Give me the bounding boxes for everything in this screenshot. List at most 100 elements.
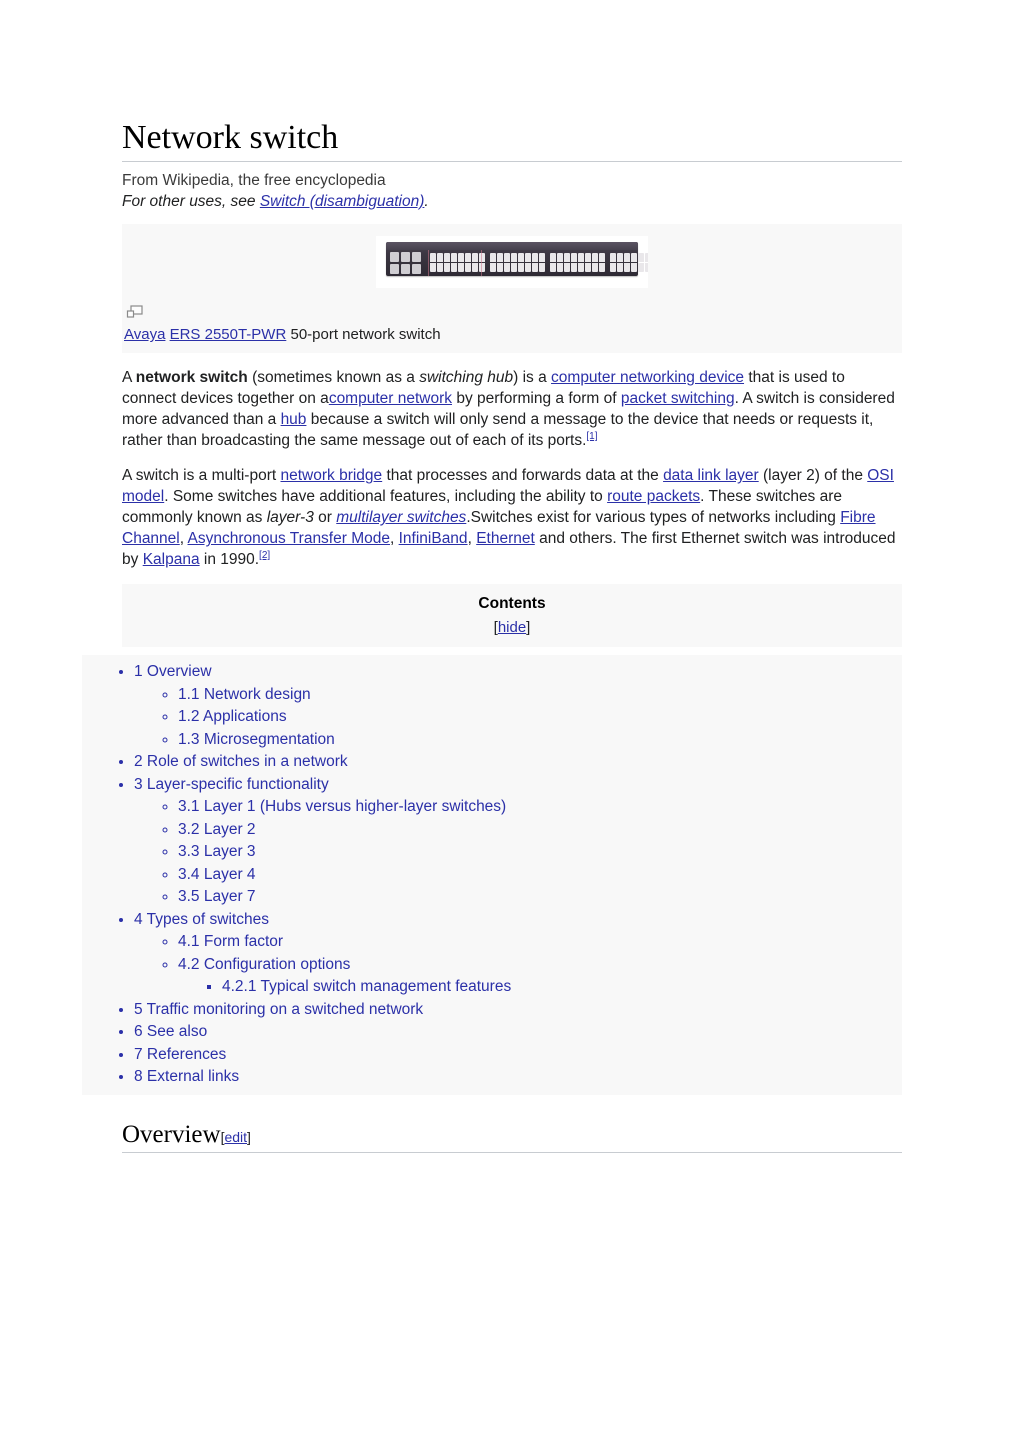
link-ethernet[interactable]: Ethernet [476, 530, 535, 547]
toc-item-4-1[interactable]: 4.1 Form factor [178, 931, 902, 954]
switch-rj45-ports [428, 253, 648, 273]
reference-link-1[interactable]: [1] [586, 431, 597, 442]
toc-link-layer-4[interactable]: 3.4 Layer 4 [178, 866, 256, 883]
toc-hide-link[interactable]: hide [498, 619, 526, 636]
p2-text-8: , [179, 530, 188, 548]
toc-item-2[interactable]: 2 Role of switches in a network [134, 751, 902, 774]
hatnote-suffix: . [424, 193, 429, 211]
link-data-link-layer[interactable]: data link layer [663, 467, 759, 484]
toc-item-1-2[interactable]: 1.2 Applications [178, 706, 902, 729]
toc-link-form-factor[interactable]: 4.1 Form factor [178, 933, 283, 950]
site-tagline: From Wikipedia, the free encyclopedia [122, 172, 386, 190]
link-computer-networking-device[interactable]: computer networking device [551, 369, 744, 386]
p2-italic-layer3: layer-3 [266, 509, 314, 527]
toc-link-configuration-options[interactable]: 4.2 Configuration options [178, 956, 350, 973]
hatnote-prefix: For other uses, see [122, 193, 260, 211]
hatnote-link[interactable]: Switch (disambiguation) [260, 193, 425, 210]
p1-bold-term: network switch [135, 369, 248, 387]
toc-link-layer-1[interactable]: 3.1 Layer 1 (Hubs versus higher-layer sw… [178, 798, 506, 815]
lead-paragraph-2: A switch is a multi-port network bridge … [122, 465, 902, 570]
toc-link-layer-specific-functionality[interactable]: 3 Layer-specific functionality [134, 776, 329, 793]
toc-item-4[interactable]: 4 Types of switches 4.1 Form factor 4.2 … [134, 909, 902, 999]
reference-marker-2[interactable]: [2] [259, 550, 270, 561]
toc-item-3-2[interactable]: 3.2 Layer 2 [178, 819, 902, 842]
toc-item-1-1[interactable]: 1.1 Network design [178, 684, 902, 707]
section-edit-wrap: [edit] [221, 1129, 251, 1145]
caption-rest: 50-port network switch [286, 326, 441, 344]
caption-link-avaya[interactable]: Avaya [124, 326, 165, 343]
section-edit-link[interactable]: edit [224, 1129, 247, 1145]
p1-text-2: (sometimes known as a [247, 369, 420, 387]
toc-item-1-3[interactable]: 1.3 Microsegmentation [178, 729, 902, 752]
network-switch-photo[interactable] [376, 236, 648, 289]
toc-link-layer-7[interactable]: 3.5 Layer 7 [178, 888, 256, 905]
toc-item-3-5[interactable]: 3.5 Layer 7 [178, 886, 902, 909]
link-packet-switching[interactable]: packet switching [621, 390, 735, 407]
toc-level-1-list: 1 Overview 1.1 Network design 1.2 Applic… [82, 661, 902, 1089]
link-kalpana[interactable]: Kalpana [143, 551, 200, 568]
switch-rail-mid [481, 250, 482, 277]
toc-item-3-4[interactable]: 3.4 Layer 4 [178, 864, 902, 887]
link-asynchronous-transfer-mode[interactable]: Asynchronous Transfer Mode [188, 530, 390, 547]
p1-text-5: by performing a form of [452, 390, 621, 408]
p2-text-4: . Some switches have additional features… [164, 488, 608, 506]
section-heading-overview: Overview[edit] [122, 1121, 902, 1153]
toc-level-2-list-3: 3.1 Layer 1 (Hubs versus higher-layer sw… [134, 796, 902, 909]
toc-link-typical-switch-management-features[interactable]: 4.2.1 Typical switch management features [222, 978, 511, 995]
thumbnail-box: Avaya ERS 2550T-PWR 50-port network swit… [122, 224, 902, 354]
toc-level-2-list-4: 4.1 Form factor 4.2 Configuration option… [134, 931, 902, 999]
toc-link-types-of-switches[interactable]: 4 Types of switches [134, 911, 269, 928]
caption-link-model[interactable]: ERS 2550T-PWR [170, 326, 287, 343]
toc-link-references[interactable]: 7 References [134, 1046, 226, 1063]
edit-close-bracket: ] [247, 1128, 251, 1145]
toc-link-layer-3[interactable]: 3.3 Layer 3 [178, 843, 256, 860]
link-multilayer-switches[interactable]: multilayer switches [336, 509, 466, 526]
toc-item-3-1[interactable]: 3.1 Layer 1 (Hubs versus higher-layer sw… [178, 796, 902, 819]
toc-toggle-close-bracket: ] [526, 619, 531, 637]
p1-text-1: A [122, 369, 136, 387]
toc-item-6[interactable]: 6 See also [134, 1021, 902, 1044]
toc-item-3-3[interactable]: 3.3 Layer 3 [178, 841, 902, 864]
wikipedia-article-page: Network switch From Wikipedia, the free … [0, 0, 1020, 1442]
p1-italic-1: switching hub [419, 369, 514, 387]
hatnote: For other uses, see Switch (disambiguati… [122, 191, 902, 212]
toc-item-1[interactable]: 1 Overview 1.1 Network design 1.2 Applic… [134, 661, 902, 751]
switch-uplink-ports [390, 252, 424, 275]
toc-item-3[interactable]: 3 Layer-specific functionality 3.1 Layer… [134, 774, 902, 909]
p2-text-12: in 1990. [199, 551, 260, 569]
p2-text-7: .Switches exist for various types of net… [466, 509, 841, 527]
toc-link-traffic-monitoring[interactable]: 5 Traffic monitoring on a switched netwo… [134, 1001, 423, 1018]
toc-link-layer-2[interactable]: 3.2 Layer 2 [178, 821, 256, 838]
reference-link-2[interactable]: [2] [259, 550, 270, 561]
toc-item-7[interactable]: 7 References [134, 1044, 902, 1067]
link-infiniband[interactable]: InfiniBand [399, 530, 468, 547]
page-title: Network switch [122, 119, 339, 156]
toc-item-5[interactable]: 5 Traffic monitoring on a switched netwo… [134, 999, 902, 1022]
p2-text-2: that processes and forwards data at the [382, 467, 664, 485]
article-content: Network switch From Wikipedia, the free … [82, 118, 902, 1153]
section-heading-text: Overview [122, 1120, 221, 1148]
toc-link-microsegmentation[interactable]: 1.3 Microsegmentation [178, 731, 335, 748]
link-computer-network[interactable]: computer network [329, 390, 452, 407]
switch-rail-left [428, 250, 429, 277]
toc-link-role-of-switches[interactable]: 2 Role of switches in a network [134, 753, 348, 770]
enlarge-icon[interactable] [126, 305, 144, 319]
title-divider [122, 161, 902, 163]
toc-title: Contents [478, 595, 546, 613]
reference-marker-1[interactable]: [1] [586, 431, 597, 442]
link-network-bridge[interactable]: network bridge [281, 467, 383, 484]
p2-text-6: or [313, 509, 337, 527]
toc-item-4-2[interactable]: 4.2 Configuration options 4.2.1 Typical … [178, 954, 902, 999]
p2-text-1: A switch is a multi-port [122, 467, 281, 485]
toc-item-8[interactable]: 8 External links [134, 1066, 902, 1089]
link-hub[interactable]: hub [281, 411, 307, 428]
toc-link-applications[interactable]: 1.2 Applications [178, 708, 287, 725]
thumbnail-caption: Avaya ERS 2550T-PWR 50-port network swit… [122, 323, 902, 347]
link-route-packets[interactable]: route packets [607, 488, 700, 505]
toc-item-4-2-1[interactable]: 4.2.1 Typical switch management features [222, 976, 902, 999]
toc-link-external-links[interactable]: 8 External links [134, 1068, 239, 1085]
toc-link-see-also[interactable]: 6 See also [134, 1023, 207, 1040]
toc-link-network-design[interactable]: 1.1 Network design [178, 686, 311, 703]
toc-link-overview[interactable]: 1 Overview [134, 663, 212, 680]
switch-chassis-top [386, 242, 638, 251]
